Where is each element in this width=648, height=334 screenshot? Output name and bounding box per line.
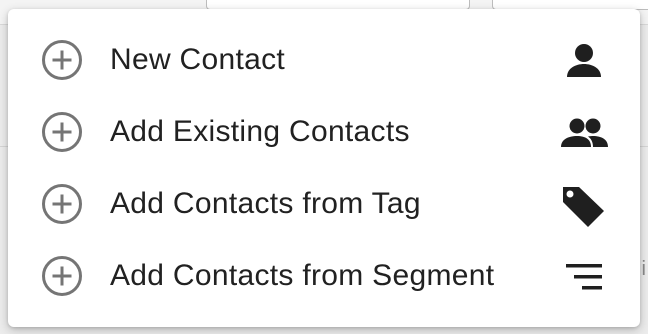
menu-item-new-contact[interactable]: New Contact: [8, 25, 640, 97]
background-partial-text: i: [641, 258, 646, 280]
people-icon: [558, 111, 610, 155]
menu-item-add-existing-contacts[interactable]: Add Existing Contacts: [8, 97, 640, 169]
menu-item-label: New Contact: [110, 43, 286, 76]
menu-item-label: Add Existing Contacts: [110, 115, 410, 148]
menu-item-add-contacts-from-tag[interactable]: Add Contacts from Tag: [8, 169, 640, 241]
segment-list-icon: [558, 255, 610, 299]
menu-item-label: Add Contacts from Segment: [110, 259, 495, 292]
add-circle-outline-icon: [41, 39, 83, 81]
add-circle-outline-icon: [41, 111, 83, 153]
add-contacts-dropdown-menu: New Contact Add Existing Contacts Add Co…: [8, 9, 640, 327]
menu-item-add-contacts-from-segment[interactable]: Add Contacts from Segment: [8, 241, 640, 313]
add-circle-outline-icon: [41, 183, 83, 225]
add-circle-outline-icon: [41, 255, 83, 297]
tag-icon: [558, 183, 610, 227]
person-icon: [558, 39, 610, 83]
menu-item-label: Add Contacts from Tag: [110, 187, 421, 220]
